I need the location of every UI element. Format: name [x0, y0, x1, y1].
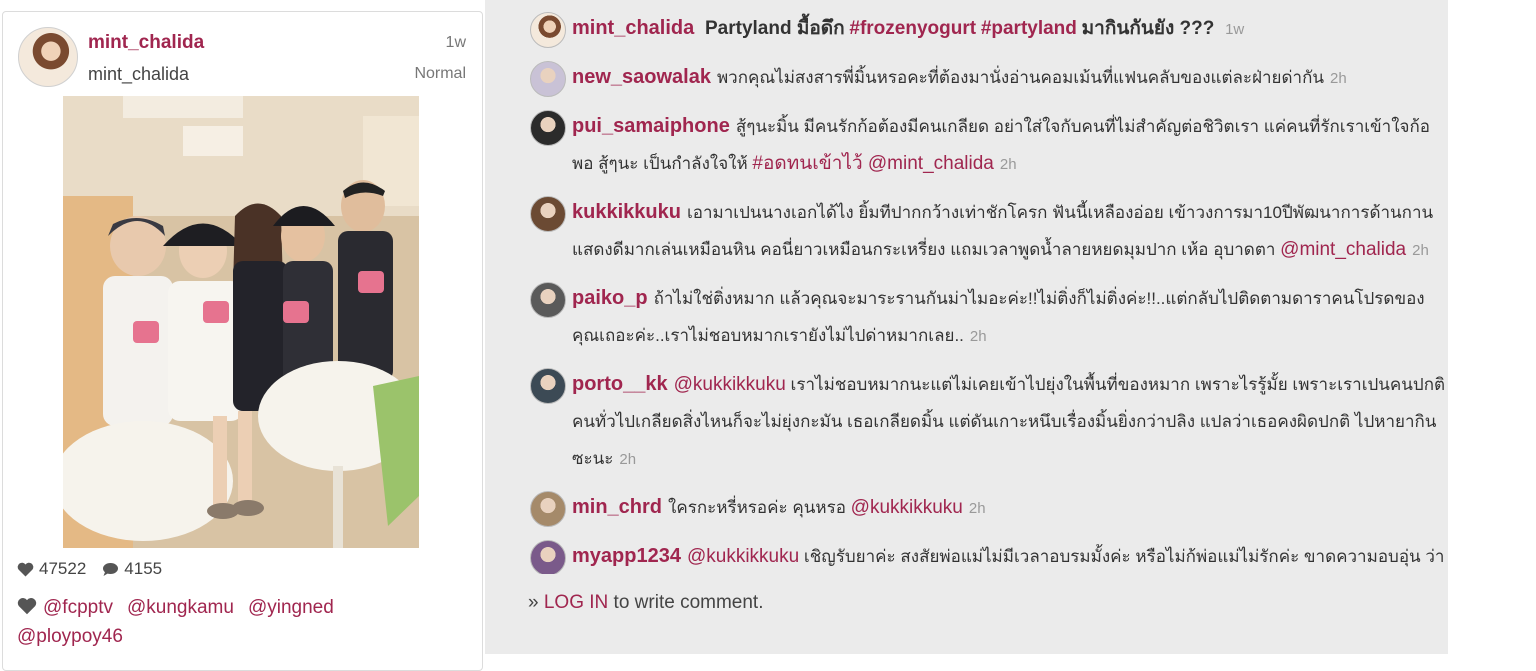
hashtag-link[interactable]: #frozenyogurt: [849, 18, 976, 39]
commenter-avatar[interactable]: [530, 540, 566, 574]
commenter-username[interactable]: new_saowalak: [572, 66, 711, 88]
commenter-avatar[interactable]: [530, 12, 566, 48]
comment-row: paiko_p ถ้าไม่ใช่ติ่งหมาก แล้วคุณจะมาระรา…: [528, 280, 1448, 355]
comment-bubble-icon: [103, 562, 119, 576]
comment-text: พวกคุณไม่สงสารพี่มิ้นหรอคะที่ต้องมานั่งอ…: [716, 68, 1325, 87]
commenter-avatar[interactable]: [530, 282, 566, 318]
likes-count: 47522: [39, 559, 87, 578]
login-prefix: »: [528, 592, 544, 613]
hashtag-link[interactable]: #partyland: [981, 18, 1077, 39]
post-card: mint_chalida mint_chalida 1w Normal 4752…: [2, 11, 483, 671]
mention-link[interactable]: #อดทนเข้าไว้ @mint_chalida: [752, 153, 993, 174]
comment-row: new_saowalak พวกคุณไม่สงสารพี่มิ้นหรอคะที…: [528, 59, 1448, 97]
commenter-avatar[interactable]: [530, 196, 566, 232]
commenter-username[interactable]: paiko_p: [572, 287, 648, 309]
mention-link[interactable]: @mint_chalida: [1280, 239, 1406, 260]
owner-username[interactable]: mint_chalida: [88, 32, 204, 54]
liker-link[interactable]: @yingned: [248, 597, 334, 618]
comment-text: ใครกะหรี่หรอค่ะ คุนหรอ: [668, 498, 846, 517]
comment-row: min_chrd ใครกะหรี่หรอค่ะ คุนหรอ @kukkikku…: [528, 489, 1448, 527]
comments-list[interactable]: mint_chalida Partyland มื้อดึก #frozenyo…: [528, 10, 1448, 574]
login-link[interactable]: LOG IN: [544, 592, 608, 613]
mention-link[interactable]: @kukkikkuku: [851, 497, 963, 518]
caption-username[interactable]: mint_chalida: [572, 17, 694, 39]
login-suffix: to write comment.: [608, 592, 764, 613]
post-photo[interactable]: [63, 96, 419, 548]
post-time: 1w: [445, 34, 466, 51]
login-prompt: » LOG IN to write comment.: [528, 592, 763, 614]
comment-text: ถ้าไม่ใช่ติ่งหมาก แล้วคุณจะมาระรานกันม่า…: [572, 289, 1425, 345]
caption-text-end: มากินกันยัง ???: [1081, 18, 1215, 39]
caption-text: Partyland มื้อดึก: [705, 18, 845, 39]
liker-link[interactable]: @ploypoy46: [17, 626, 123, 647]
heart-icon: [17, 598, 37, 615]
comments-stat[interactable]: 4155: [102, 559, 162, 579]
comment-time: 2h: [1330, 70, 1347, 87]
comment-row: pui_samaiphone สู้ๆนะมิ้น มีคนรักก้อต้องม…: [528, 108, 1448, 183]
commenter-avatar[interactable]: [530, 491, 566, 527]
commenter-avatar[interactable]: [530, 368, 566, 404]
liker-link[interactable]: @kungkamu: [127, 597, 234, 618]
commenter-avatar[interactable]: [530, 61, 566, 97]
comment-time: 2h: [1412, 242, 1429, 259]
mention-link[interactable]: @kukkikkuku: [687, 546, 799, 567]
commenter-username[interactable]: myapp1234: [572, 545, 681, 567]
comments-count: 4155: [124, 559, 163, 578]
comment-time: 2h: [969, 328, 987, 345]
comment-time: 2h: [999, 156, 1017, 173]
comments-panel: mint_chalida Partyland มื้อดึก #frozenyo…: [485, 0, 1448, 654]
owner-display-name: mint_chalida: [88, 64, 190, 84]
commenter-avatar[interactable]: [530, 110, 566, 146]
liker-link[interactable]: @fcpptv: [43, 597, 113, 618]
commenter-username[interactable]: pui_samaiphone: [572, 115, 730, 137]
post-stats: 47522 4155: [17, 559, 178, 579]
commenter-username[interactable]: min_chrd: [572, 496, 662, 518]
owner-avatar[interactable]: [18, 27, 78, 87]
caption: mint_chalida Partyland มื้อดึก #frozenyo…: [528, 10, 1448, 48]
post-filter: Normal: [414, 65, 466, 82]
comment-row: kukkikkuku เอามาเปนนางเอกได้ไง ยิ้มทีปากก…: [528, 194, 1448, 269]
heart-icon: [17, 562, 34, 576]
comment-container: new_saowalak พวกคุณไม่สงสารพี่มิ้นหรอคะที…: [528, 59, 1448, 574]
comment-time: 2h: [619, 451, 637, 468]
commenter-username[interactable]: porto__kk: [572, 373, 668, 395]
post-photo-illustration: [63, 96, 419, 548]
commenter-username[interactable]: kukkikkuku: [572, 201, 681, 223]
liked-by-list: @fcpptv @kungkamu @yingned @ploypoy46: [17, 593, 467, 651]
mention-link[interactable]: @kukkikkuku: [674, 374, 786, 395]
comment-row: porto__kk @kukkikkuku เราไม่ชอบหมากนะแต่ไ…: [528, 366, 1448, 478]
likes-stat[interactable]: 47522: [17, 559, 86, 579]
comment-time: 2h: [968, 500, 986, 517]
caption-time: 1w: [1225, 21, 1245, 38]
comment-row: myapp1234 @kukkikkuku เชิญรับยาค่ะ สงสัยพ…: [528, 538, 1448, 574]
